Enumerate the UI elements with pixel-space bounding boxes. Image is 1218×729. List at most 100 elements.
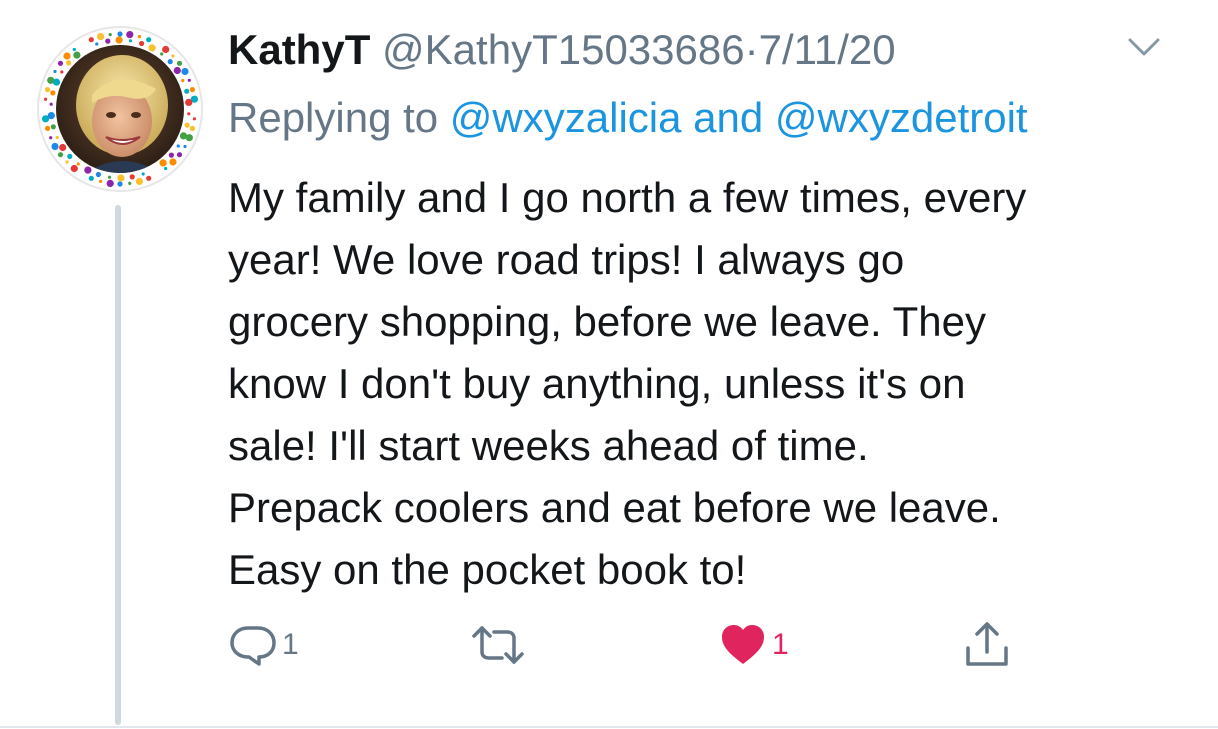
avatar[interactable] [36,25,204,193]
reply-count: 1 [282,628,299,661]
frame-dot [88,175,94,181]
frame-dot [141,172,145,176]
frame-dot [51,142,59,151]
frame-dot [106,179,114,187]
frame-dot [60,70,64,74]
frame-dot [129,174,135,180]
frame-dot [53,69,57,74]
frame-dot [179,132,188,140]
retweet-button[interactable] [470,620,530,670]
frame-dot [117,174,125,182]
frame-dot [76,162,80,166]
tweet-header: KathyT @KathyT15033686·7/11/20 [228,24,896,76]
frame-dot [117,31,123,37]
frame-dot [73,51,81,59]
frame-dot [173,66,181,75]
frame-dot [117,181,123,187]
frame-dot [168,152,174,158]
frame-dot [167,59,173,65]
frame-dot [189,87,195,93]
tweet[interactable]: KathyT @KathyT15033686·7/11/20 Replying … [0,0,1218,729]
frame-dot [139,40,145,47]
frame-dot [45,125,51,131]
frame-dot [55,135,59,140]
frame-dot [105,38,111,44]
user-handle[interactable]: @KathyT15033686 [382,26,745,73]
frame-dot [128,181,132,185]
replying-to: Replying to @wxyzalicia and @wxyzdetroit [228,92,1028,144]
frame-dot [50,90,56,96]
reply-bubble-icon [230,626,276,666]
chevron-down-icon[interactable] [1124,32,1164,62]
tweet-divider [0,726,1218,728]
frame-dot [185,98,193,106]
frame-dot [176,152,183,158]
share-button[interactable] [962,620,1012,670]
frame-dot [107,175,112,179]
frame-dot [95,42,99,46]
frame-dot [45,87,51,93]
frame-dot [135,177,143,185]
frame-dot [160,52,164,56]
frame-dot [88,37,94,43]
frame-dot [57,152,64,158]
frame-dot [148,44,156,52]
frame-dot [137,35,141,39]
header-separator: · [744,26,759,73]
frame-dot [181,78,185,83]
frame-dot [128,39,133,43]
frame-dot [84,166,92,174]
frame-dot [181,67,189,76]
frame-dot [164,166,168,171]
frame-dot [176,144,180,148]
frame-dot [169,158,177,166]
display-name[interactable]: KathyT [228,26,370,73]
frame-dot [63,52,71,60]
frame-dot [159,159,167,167]
frame-dot [49,102,53,106]
frame-dot [184,122,190,128]
frame-dot [99,179,103,183]
frame-dot [66,60,72,66]
frame-dot [171,54,175,58]
replying-to-label: Replying to [228,94,439,141]
frame-dot [146,175,152,181]
frame-dot [187,112,191,116]
heart-icon [722,625,764,664]
frame-dot [59,143,67,152]
frame-dot [65,160,69,164]
reply-conjunction[interactable]: and [693,94,763,141]
tweet-text: My family and I go north a few times, ev… [228,174,1027,593]
frame-dot [57,60,64,66]
frame-dot [183,144,187,149]
retweet-icon [472,626,524,664]
frame-dot [67,153,73,159]
frame-dot [95,171,101,178]
frame-dot [97,33,105,41]
frame-dot [187,78,191,82]
frame-dot [44,97,48,101]
frame-dot [47,112,55,120]
frame-dot [176,60,183,66]
frame-dot [108,33,112,37]
frame-dot [189,125,195,131]
frame-dot [192,117,196,121]
frame-dot [70,164,78,173]
thread-line [115,205,121,725]
like-button[interactable]: 1 [718,620,789,670]
reply-button[interactable]: 1 [228,620,299,670]
frame-dot [52,78,61,86]
reply-mention-wxyzdetroit[interactable]: @wxyzdetroit [775,94,1028,141]
tweet-date[interactable]: 7/11/20 [759,26,896,73]
frame-dot [49,136,53,140]
share-icon [966,622,1008,666]
like-count: 1 [772,628,789,661]
reply-mention-wxyzalicia[interactable]: @wxyzalicia [450,94,682,141]
frame-dot [146,37,152,43]
frame-dot [115,36,123,44]
frame-dot [50,124,56,130]
frame-dot [72,47,76,52]
avatar-photo [56,45,184,173]
frame-dot [126,31,134,39]
frame-dot [162,45,170,54]
